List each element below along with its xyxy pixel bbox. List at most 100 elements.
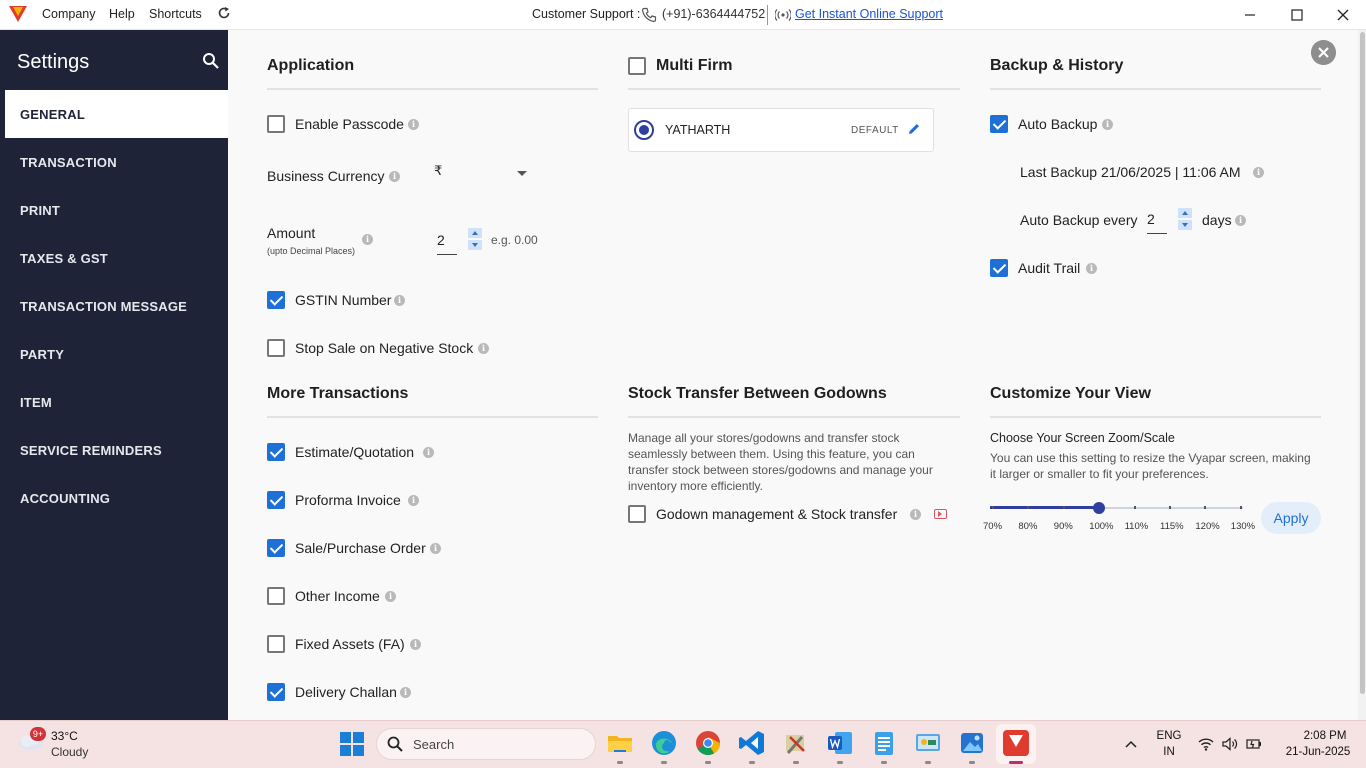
sidebar-item-service-reminders[interactable]: SERVICE REMINDERS bbox=[5, 426, 228, 474]
estimate-quotation-checkbox[interactable] bbox=[267, 443, 285, 461]
word-icon[interactable] bbox=[826, 729, 854, 757]
battery-icon[interactable] bbox=[1246, 736, 1262, 752]
online-support-link[interactable]: Get Instant Online Support bbox=[795, 7, 943, 21]
menu-help[interactable]: Help bbox=[109, 7, 135, 21]
zoom-tick[interactable] bbox=[1062, 506, 1065, 509]
support-phone-number: (+91)-6364444752 bbox=[662, 7, 766, 21]
enable-passcode-checkbox[interactable] bbox=[267, 115, 285, 133]
windows-start-icon[interactable] bbox=[340, 732, 364, 756]
zoom-tick[interactable] bbox=[1027, 506, 1030, 509]
zoom-tick[interactable] bbox=[992, 506, 994, 509]
zoom-level-label: 80% bbox=[1018, 521, 1038, 532]
stop-sale-checkbox[interactable] bbox=[267, 339, 285, 357]
info-icon[interactable]: i bbox=[394, 295, 405, 306]
photos-icon[interactable] bbox=[958, 729, 986, 757]
sidebar-item-transaction-message[interactable]: TRANSACTION MESSAGE bbox=[5, 282, 228, 330]
info-icon[interactable]: i bbox=[430, 543, 441, 554]
stepper-up-icon[interactable] bbox=[468, 228, 482, 238]
edge-icon[interactable] bbox=[650, 729, 678, 757]
scrollbar-thumb[interactable] bbox=[1360, 32, 1365, 694]
sidebar-item-accounting[interactable]: ACCOUNTING bbox=[5, 474, 228, 522]
info-icon[interactable]: i bbox=[1086, 263, 1097, 274]
taskbar-date[interactable]: 21-Jun-2025 bbox=[1276, 746, 1360, 758]
multi-firm-checkbox[interactable] bbox=[628, 57, 646, 75]
sale-purchase-order-checkbox[interactable] bbox=[267, 539, 285, 557]
zoom-title: Choose Your Screen Zoom/Scale bbox=[990, 431, 1175, 445]
sidebar-item-item[interactable]: ITEM bbox=[5, 378, 228, 426]
wifi-icon[interactable] bbox=[1198, 736, 1214, 752]
sidebar-item-taxes-gst[interactable]: TAXES & GST bbox=[5, 234, 228, 282]
language-indicator[interactable]: ENG bbox=[1154, 730, 1184, 742]
stepper-down-icon[interactable] bbox=[1178, 220, 1192, 230]
auto-backup-checkbox[interactable] bbox=[990, 115, 1008, 133]
business-currency-value[interactable]: ₹ bbox=[434, 163, 442, 179]
language-region[interactable]: IN bbox=[1154, 746, 1184, 758]
refresh-icon[interactable] bbox=[217, 6, 231, 20]
godown-management-label: Godown management & Stock transfer bbox=[656, 506, 898, 522]
delivery-challan-checkbox[interactable] bbox=[267, 683, 285, 701]
fixed-assets-checkbox[interactable] bbox=[267, 635, 285, 653]
info-icon[interactable]: i bbox=[910, 509, 921, 520]
info-icon[interactable]: i bbox=[1253, 167, 1264, 178]
active-app-indicator bbox=[1009, 761, 1023, 764]
vscode-icon[interactable] bbox=[738, 729, 766, 757]
file-explorer-icon[interactable] bbox=[606, 729, 634, 757]
zoom-tick[interactable] bbox=[1204, 506, 1207, 509]
info-icon[interactable]: i bbox=[400, 687, 411, 698]
apply-button[interactable]: Apply bbox=[1261, 502, 1321, 534]
minimize-icon[interactable] bbox=[1242, 7, 1258, 23]
control-panel-icon[interactable] bbox=[914, 729, 942, 757]
sidebar-item-general[interactable]: GENERAL bbox=[5, 90, 228, 138]
fixed-assets-label: Fixed Assets (FA) bbox=[295, 636, 405, 652]
godown-management-checkbox[interactable] bbox=[628, 505, 646, 523]
zoom-tick[interactable] bbox=[1133, 506, 1136, 509]
zoom-tick[interactable] bbox=[1239, 506, 1242, 509]
close-window-icon[interactable] bbox=[1335, 7, 1351, 23]
audit-trail-checkbox[interactable] bbox=[990, 259, 1008, 277]
info-icon[interactable]: i bbox=[410, 639, 421, 650]
info-icon[interactable]: i bbox=[423, 447, 434, 458]
info-icon[interactable]: i bbox=[389, 171, 400, 182]
close-settings-icon[interactable] bbox=[1311, 40, 1336, 65]
maximize-icon[interactable] bbox=[1289, 7, 1305, 23]
chrome-icon[interactable] bbox=[694, 729, 722, 757]
menu-company[interactable]: Company bbox=[42, 7, 96, 21]
zoom-tick[interactable] bbox=[1169, 506, 1171, 509]
search-icon[interactable] bbox=[202, 52, 220, 70]
other-income-checkbox[interactable] bbox=[267, 587, 285, 605]
backup-interval-input[interactable]: 2 bbox=[1147, 211, 1167, 234]
info-icon[interactable]: i bbox=[408, 119, 419, 130]
video-play-icon[interactable] bbox=[934, 509, 947, 519]
menu-shortcuts[interactable]: Shortcuts bbox=[149, 7, 202, 21]
firm-radio[interactable] bbox=[634, 120, 654, 140]
notepad-icon[interactable] bbox=[870, 729, 898, 757]
chevron-up-icon[interactable] bbox=[1123, 736, 1139, 752]
decimal-places-stepper[interactable] bbox=[468, 228, 482, 250]
info-icon[interactable]: i bbox=[362, 234, 373, 245]
edit-pencil-icon[interactable] bbox=[907, 122, 921, 136]
sidebar-item-transaction[interactable]: TRANSACTION bbox=[5, 138, 228, 186]
description-line: it larger or smaller to fit your prefere… bbox=[990, 467, 1209, 481]
info-icon[interactable]: i bbox=[385, 591, 396, 602]
description-line: seamlessly between them. Using this feat… bbox=[628, 447, 915, 461]
volume-icon[interactable] bbox=[1222, 736, 1238, 752]
stepper-up-icon[interactable] bbox=[1178, 208, 1192, 218]
zoom-description: You can use this setting to resize the V… bbox=[990, 450, 1311, 482]
running-indicator bbox=[837, 761, 843, 764]
taskbar-search-box[interactable] bbox=[376, 728, 596, 760]
sidebar-item-print[interactable]: PRINT bbox=[5, 186, 228, 234]
tools-icon[interactable] bbox=[782, 729, 810, 757]
info-icon[interactable]: i bbox=[1235, 215, 1246, 226]
proforma-invoice-checkbox[interactable] bbox=[267, 491, 285, 509]
chevron-down-icon[interactable] bbox=[517, 171, 527, 176]
taskbar-time[interactable]: 2:08 PM bbox=[1290, 730, 1360, 742]
info-icon[interactable]: i bbox=[478, 343, 489, 354]
stepper-down-icon[interactable] bbox=[468, 240, 482, 250]
info-icon[interactable]: i bbox=[1102, 119, 1113, 130]
vyapar-icon[interactable] bbox=[1002, 729, 1030, 757]
decimal-places-input[interactable]: 2 bbox=[437, 232, 457, 255]
sidebar-item-party[interactable]: PARTY bbox=[5, 330, 228, 378]
info-icon[interactable]: i bbox=[408, 495, 419, 506]
gstin-number-checkbox[interactable] bbox=[267, 291, 285, 309]
backup-interval-stepper[interactable] bbox=[1178, 208, 1192, 230]
